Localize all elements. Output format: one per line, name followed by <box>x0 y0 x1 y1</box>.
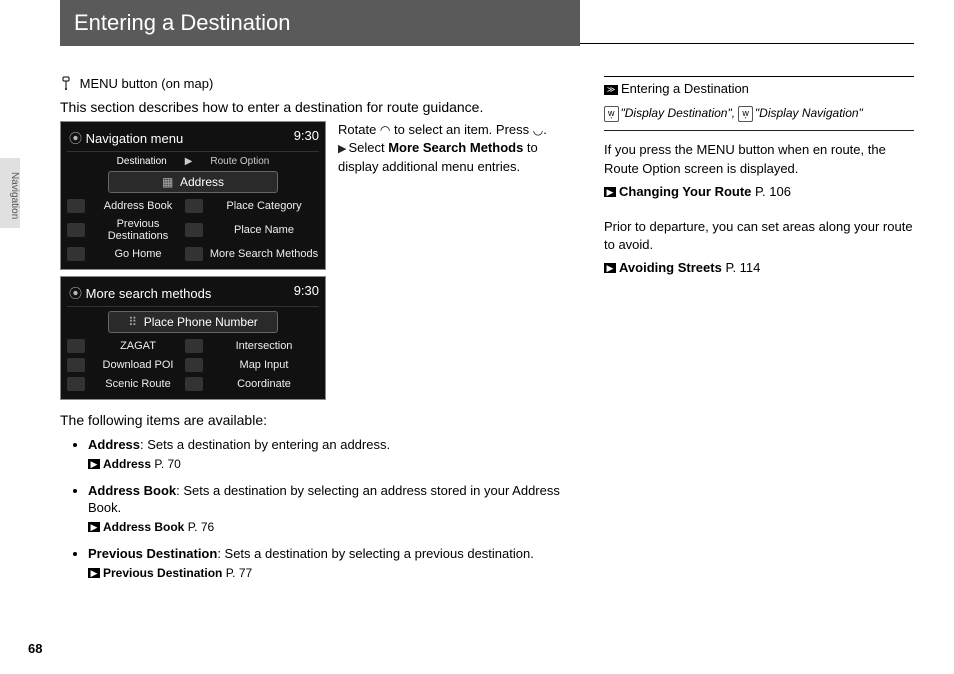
xref-icon: ▶ <box>604 187 616 197</box>
xref-icon: ▶ <box>88 568 100 578</box>
header-rule <box>580 0 914 44</box>
xref-address[interactable]: ▶Address P. 70 <box>88 456 580 472</box>
screen-title: ⦿ Navigation menu <box>69 128 183 147</box>
screen-clock: 9:30 <box>294 283 319 302</box>
rotate-dial-icon: ◠ <box>380 123 390 137</box>
address-book-icon <box>67 199 85 213</box>
main-column: MENU button (on map) This section descri… <box>60 76 580 591</box>
screen-clock: 9:30 <box>294 128 319 147</box>
cell-scenic-route: Scenic Route <box>93 378 183 390</box>
previous-dest-icon <box>67 223 85 237</box>
xref-avoiding-streets[interactable]: ▶Avoiding Streets P. 114 <box>604 259 914 278</box>
cell-zagat: ZAGAT <box>93 340 183 352</box>
cell-intersection: Intersection <box>209 340 319 352</box>
intersection-icon <box>185 339 203 353</box>
sidebar-column: ≫Entering a Destination w͎"Display Desti… <box>604 76 914 591</box>
cell-place-name: Place Name <box>209 224 319 236</box>
menu-button-icon <box>60 76 72 93</box>
device-screenshot-more-search: ⦿ More search methods 9:30 ⠿ Place Phone… <box>60 276 326 400</box>
xref-icon: ▶ <box>604 263 616 273</box>
cell-more-search: More Search Methods <box>209 248 319 260</box>
download-poi-icon <box>67 358 85 372</box>
map-input-icon <box>185 358 203 372</box>
place-name-icon <box>185 223 203 237</box>
intro-text: This section describes how to enter a de… <box>60 99 580 115</box>
item-address-book: Address Book: Sets a destination by sele… <box>88 482 580 535</box>
cell-go-home: Go Home <box>93 248 183 260</box>
breadcrumb: MENU button (on map) <box>60 76 580 93</box>
xref-changing-route[interactable]: ▶Changing Your Route P. 106 <box>604 183 914 202</box>
voice-icon: w͎ <box>738 106 753 122</box>
screen-tab-route-option: Route Option <box>210 156 269 167</box>
screen-button-address: ▦ Address <box>108 171 278 193</box>
item-previous-destination: Previous Destination: Sets a destination… <box>88 545 580 581</box>
voice-command-box: w͎"Display Destination", w͎"Display Navi… <box>604 102 914 131</box>
tab-arrow-icon: ▶ <box>185 156 193 167</box>
place-category-icon <box>185 199 203 213</box>
page-title: Entering a Destination <box>60 0 580 46</box>
instruction-text: Rotate ◠ to select an item. Press ◡. ▶Se… <box>338 121 580 406</box>
screen-button-place-phone: ⠿ Place Phone Number <box>108 311 278 333</box>
available-items-label: The following items are available: <box>60 412 580 428</box>
more-search-icon <box>185 247 203 261</box>
xref-previous-destination[interactable]: ▶Previous Destination P. 77 <box>88 565 580 581</box>
xref-icon: ▶ <box>88 522 100 532</box>
cell-map-input: Map Input <box>209 359 319 371</box>
zagat-icon <box>67 339 85 353</box>
cell-previous-destinations: Previous Destinations <box>93 218 183 242</box>
item-address: Address: Sets a destination by entering … <box>88 436 580 472</box>
coordinate-icon <box>185 377 203 391</box>
screen-title: ⦿ More search methods <box>69 283 211 302</box>
sidebar-para-1: If you press the MENU button when en rou… <box>604 141 914 179</box>
xref-icon: ▶ <box>88 459 100 469</box>
cell-coordinate: Coordinate <box>209 378 319 390</box>
page-number: 68 <box>28 641 42 656</box>
cell-address-book: Address Book <box>93 200 183 212</box>
xref-address-book[interactable]: ▶Address Book P. 76 <box>88 519 580 535</box>
section-tab: Navigation <box>0 158 20 228</box>
forward-icon: ≫ <box>604 85 618 95</box>
sidebar-heading: ≫Entering a Destination <box>604 81 914 96</box>
screen-tab-destination: Destination <box>117 156 167 167</box>
cell-download-poi: Download POI <box>93 359 183 371</box>
page-header: Entering a Destination <box>60 0 914 46</box>
bullet-icon: ▶ <box>338 143 346 155</box>
sidebar-para-2: Prior to departure, you can set areas al… <box>604 218 914 256</box>
cell-place-category: Place Category <box>209 200 319 212</box>
breadcrumb-text: MENU button (on map) <box>80 76 214 91</box>
voice-icon: w͎ <box>604 106 619 122</box>
press-button-icon: ◡ <box>533 123 543 137</box>
device-screenshot-nav-menu: ⦿ Navigation menu 9:30 Destination ▶ Rou… <box>60 121 326 270</box>
go-home-icon <box>67 247 85 261</box>
scenic-route-icon <box>67 377 85 391</box>
